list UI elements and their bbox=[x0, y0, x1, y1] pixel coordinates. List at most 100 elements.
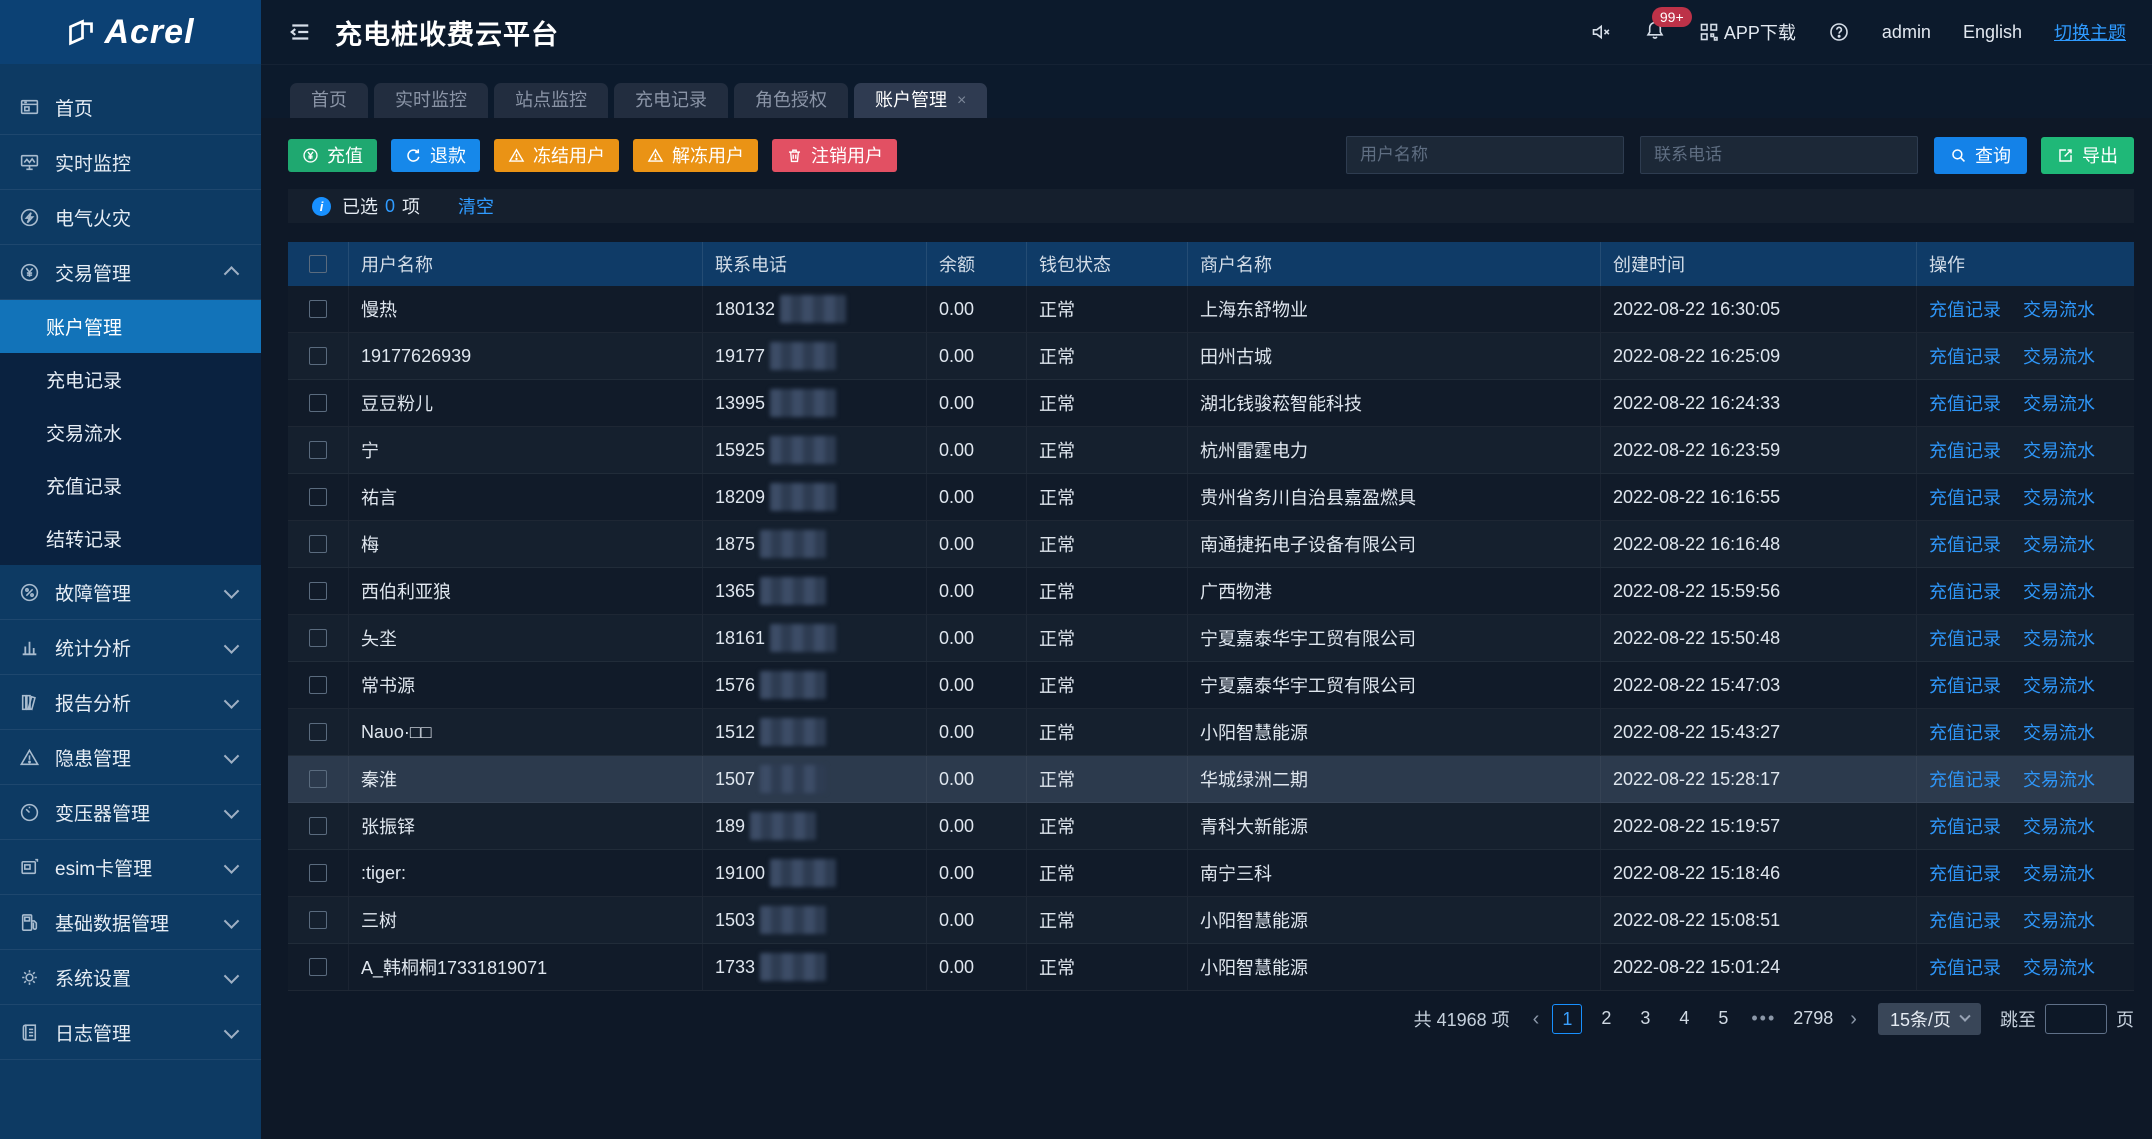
recharge-record-link[interactable]: 充值记录 bbox=[1929, 907, 2001, 933]
recharge-record-link[interactable]: 充值记录 bbox=[1929, 531, 2001, 557]
sidebar-item-recharge-records[interactable]: 充值记录 bbox=[0, 459, 261, 512]
transaction-flow-link[interactable]: 交易流水 bbox=[2023, 719, 2095, 745]
recharge-record-link[interactable]: 充值记录 bbox=[1929, 719, 2001, 745]
row-checkbox[interactable] bbox=[309, 723, 327, 741]
tab[interactable]: 角色授权 bbox=[734, 83, 848, 118]
sidebar-item-account-mgmt[interactable]: 账户管理 bbox=[0, 300, 261, 353]
page-size-select[interactable]: 15条/页 bbox=[1878, 1003, 1981, 1035]
sidebar-item-reports[interactable]: 报告分析 bbox=[0, 675, 261, 730]
row-checkbox[interactable] bbox=[309, 535, 327, 553]
theme-toggle-link[interactable]: 切换主题 bbox=[2054, 19, 2126, 45]
sidebar-item-charge-records[interactable]: 充电记录 bbox=[0, 353, 261, 406]
sidebar-item-home[interactable]: 首页 bbox=[0, 80, 261, 135]
page-number[interactable]: 3 bbox=[1630, 1004, 1660, 1034]
sidebar-item-log-mgmt[interactable]: 日志管理 bbox=[0, 1005, 261, 1060]
refund-button[interactable]: 退款 bbox=[391, 139, 480, 172]
transaction-flow-link[interactable]: 交易流水 bbox=[2023, 954, 2095, 980]
deregister-user-button[interactable]: 注销用户 bbox=[772, 139, 897, 172]
tab[interactable]: 实时监控 bbox=[374, 83, 488, 118]
menu-fold-icon[interactable] bbox=[287, 19, 313, 45]
sidebar-item-trade-mgmt[interactable]: 交易管理 bbox=[0, 245, 261, 300]
clear-selection-link[interactable]: 清空 bbox=[458, 193, 494, 219]
username-label[interactable]: admin bbox=[1882, 22, 1931, 43]
help-icon[interactable] bbox=[1828, 21, 1850, 43]
row-checkbox[interactable] bbox=[309, 629, 327, 647]
transaction-flow-link[interactable]: 交易流水 bbox=[2023, 296, 2095, 322]
unfreeze-user-button[interactable]: 解冻用户 bbox=[633, 139, 758, 172]
language-switch[interactable]: English bbox=[1963, 22, 2022, 43]
transaction-flow-link[interactable]: 交易流水 bbox=[2023, 343, 2095, 369]
select-all-checkbox[interactable] bbox=[309, 255, 327, 273]
sidebar-item-transaction-flow[interactable]: 交易流水 bbox=[0, 406, 261, 459]
row-checkbox[interactable] bbox=[309, 488, 327, 506]
transaction-flow-link[interactable]: 交易流水 bbox=[2023, 766, 2095, 792]
freeze-user-button[interactable]: 冻结用户 bbox=[494, 139, 619, 172]
row-checkbox[interactable] bbox=[309, 300, 327, 318]
page-number[interactable]: 2798 bbox=[1789, 1004, 1837, 1034]
transaction-flow-link[interactable]: 交易流水 bbox=[2023, 484, 2095, 510]
page-number[interactable]: 2 bbox=[1591, 1004, 1621, 1034]
tab-close-icon[interactable]: × bbox=[957, 83, 966, 118]
transaction-flow-link[interactable]: 交易流水 bbox=[2023, 437, 2095, 463]
recharge-record-link[interactable]: 充值记录 bbox=[1929, 437, 2001, 463]
sidebar-item-realtime[interactable]: 实时监控 bbox=[0, 135, 261, 190]
recharge-record-link[interactable]: 充值记录 bbox=[1929, 672, 2001, 698]
row-checkbox[interactable] bbox=[309, 394, 327, 412]
sidebar-item-system-settings[interactable]: 系统设置 bbox=[0, 950, 261, 1005]
export-button[interactable]: 导出 bbox=[2041, 137, 2134, 174]
recharge-record-link[interactable]: 充值记录 bbox=[1929, 625, 2001, 651]
jump-to-page-input[interactable] bbox=[2045, 1004, 2107, 1034]
transaction-flow-link[interactable]: 交易流水 bbox=[2023, 907, 2095, 933]
page-number[interactable]: 5 bbox=[1708, 1004, 1738, 1034]
row-checkbox[interactable] bbox=[309, 958, 327, 976]
notification-bell[interactable]: 99+ bbox=[1644, 19, 1666, 46]
row-checkbox[interactable] bbox=[309, 441, 327, 459]
mute-speaker-icon[interactable] bbox=[1590, 21, 1612, 43]
recharge-record-link[interactable]: 充值记录 bbox=[1929, 296, 2001, 322]
sidebar-item-carryover-records[interactable]: 结转记录 bbox=[0, 512, 261, 565]
recharge-record-link[interactable]: 充值记录 bbox=[1929, 343, 2001, 369]
transaction-flow-link[interactable]: 交易流水 bbox=[2023, 860, 2095, 886]
transaction-flow-link[interactable]: 交易流水 bbox=[2023, 625, 2095, 651]
sidebar-item-transformer-mgmt[interactable]: 变压器管理 bbox=[0, 785, 261, 840]
recharge-record-link[interactable]: 充值记录 bbox=[1929, 484, 2001, 510]
recharge-record-link[interactable]: 充值记录 bbox=[1929, 766, 2001, 792]
sidebar-item-fault-mgmt[interactable]: 故障管理 bbox=[0, 565, 261, 620]
recharge-record-link[interactable]: 充值记录 bbox=[1929, 578, 2001, 604]
recharge-record-link[interactable]: 充值记录 bbox=[1929, 954, 2001, 980]
prev-page-arrow[interactable]: ‹ bbox=[1529, 1008, 1544, 1031]
transaction-flow-link[interactable]: 交易流水 bbox=[2023, 390, 2095, 416]
row-checkbox[interactable] bbox=[309, 582, 327, 600]
phone-filter-input[interactable] bbox=[1640, 136, 1918, 174]
transaction-flow-link[interactable]: 交易流水 bbox=[2023, 578, 2095, 604]
tab[interactable]: 站点监控 bbox=[494, 83, 608, 118]
tab[interactable]: 充电记录 bbox=[614, 83, 728, 118]
search-button[interactable]: 查询 bbox=[1934, 137, 2027, 174]
recharge-record-link[interactable]: 充值记录 bbox=[1929, 860, 2001, 886]
sidebar-item-statistics[interactable]: 统计分析 bbox=[0, 620, 261, 675]
transaction-flow-link[interactable]: 交易流水 bbox=[2023, 813, 2095, 839]
row-checkbox[interactable] bbox=[309, 770, 327, 788]
transaction-flow-link[interactable]: 交易流水 bbox=[2023, 672, 2095, 698]
app-download-link[interactable]: APP下载 bbox=[1698, 19, 1796, 45]
transaction-flow-link[interactable]: 交易流水 bbox=[2023, 531, 2095, 557]
tab[interactable]: 账户管理 × bbox=[854, 83, 987, 118]
tab[interactable]: 首页 bbox=[290, 83, 368, 118]
page-number[interactable]: ••• bbox=[1747, 1004, 1780, 1034]
row-checkbox[interactable] bbox=[309, 864, 327, 882]
page-number[interactable]: 4 bbox=[1669, 1004, 1699, 1034]
recharge-button[interactable]: 充值 bbox=[288, 139, 377, 172]
row-checkbox[interactable] bbox=[309, 347, 327, 365]
sidebar-item-hazard-mgmt[interactable]: 隐患管理 bbox=[0, 730, 261, 785]
sidebar-item-esim-mgmt[interactable]: esim卡管理 bbox=[0, 840, 261, 895]
row-checkbox[interactable] bbox=[309, 817, 327, 835]
next-page-arrow[interactable]: › bbox=[1846, 1008, 1861, 1031]
row-checkbox[interactable] bbox=[309, 911, 327, 929]
recharge-record-link[interactable]: 充值记录 bbox=[1929, 390, 2001, 416]
page-number[interactable]: 1 bbox=[1552, 1004, 1582, 1034]
sidebar-item-electric-fire[interactable]: 电气火灾 bbox=[0, 190, 261, 245]
recharge-record-link[interactable]: 充值记录 bbox=[1929, 813, 2001, 839]
username-filter-input[interactable] bbox=[1346, 136, 1624, 174]
row-checkbox[interactable] bbox=[309, 676, 327, 694]
sidebar-item-base-data[interactable]: 基础数据管理 bbox=[0, 895, 261, 950]
